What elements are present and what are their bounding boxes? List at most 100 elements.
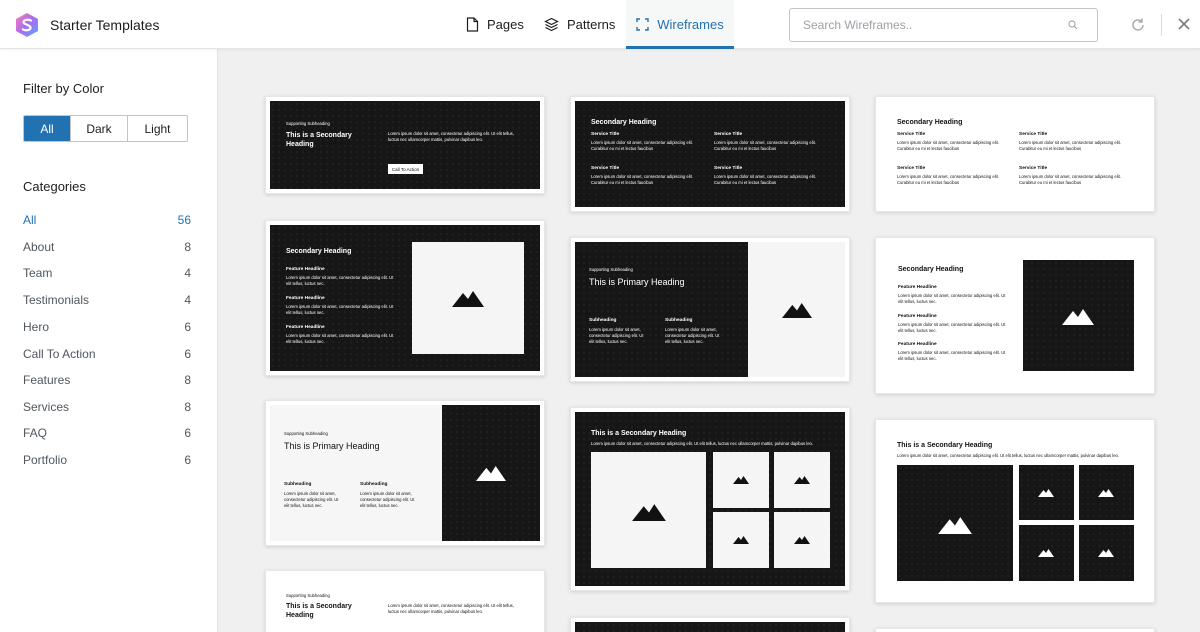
category-count: 8 xyxy=(184,373,191,387)
color-filter-dark[interactable]: Dark xyxy=(71,116,128,141)
image-placeholder xyxy=(774,512,830,568)
category-label: All xyxy=(23,213,36,227)
category-testimonials[interactable]: Testimonials 4 xyxy=(23,293,191,307)
wireframe-card-hero-light[interactable]: Supporting Subheading This is Primary He… xyxy=(265,400,545,546)
category-count: 6 xyxy=(184,453,191,467)
category-label: Portfolio xyxy=(23,453,67,467)
mountain-icon xyxy=(794,535,810,544)
wireframe-card-features-dark[interactable]: Secondary Heading Feature Headline Lorem… xyxy=(265,220,545,376)
category-label: Features xyxy=(23,373,70,387)
wireframe-preview: Secondary Heading Feature Headline Lorem… xyxy=(270,225,540,371)
category-label: About xyxy=(23,240,54,254)
wireframe-card-partial[interactable] xyxy=(875,628,1155,632)
tab-pages-label: Pages xyxy=(487,17,524,32)
preview-heading: This is Primary Heading xyxy=(284,441,380,452)
category-features[interactable]: Features 8 xyxy=(23,373,191,387)
wireframe-card-portfolio-dark[interactable]: This is a Secondary Heading Lorem ipsum … xyxy=(570,407,850,591)
wireframe-card-hero-dark[interactable]: Supporting Subheading This is Primary He… xyxy=(570,237,850,382)
preview-paragraph: Lorem ipsum dolor sit amet, consectetur … xyxy=(591,441,831,447)
image-placeholder xyxy=(1019,525,1074,581)
category-count: 4 xyxy=(184,293,191,307)
preview-subheading: Subheading xyxy=(360,482,387,488)
preview-subheading: Subheading xyxy=(665,318,692,324)
categories-title: Categories xyxy=(23,179,86,194)
color-filter-light[interactable]: Light xyxy=(128,116,187,141)
feature-headline: Feature Headline xyxy=(898,342,937,348)
supporting-subheading: Supporting Subheading xyxy=(284,431,328,436)
preview-heading: This is Primary Heading xyxy=(589,277,685,288)
category-portfolio[interactable]: Portfolio 6 xyxy=(23,453,191,467)
category-label: Testimonials xyxy=(23,293,89,307)
tab-pages[interactable]: Pages xyxy=(466,0,524,49)
preview-paragraph: Lorem ipsum dolor sit amet, consectetur … xyxy=(286,275,396,287)
search-input[interactable] xyxy=(790,9,1050,41)
tab-wireframes[interactable]: Wireframes xyxy=(626,0,734,49)
service-title: Service Title xyxy=(897,132,925,138)
refresh-icon[interactable] xyxy=(1130,17,1146,33)
category-call-to-action[interactable]: Call To Action6 xyxy=(23,347,191,361)
service-title: Service Title xyxy=(591,166,619,172)
color-filter-all[interactable]: All xyxy=(24,116,71,141)
image-placeholder xyxy=(442,405,540,541)
mountain-icon xyxy=(733,535,749,544)
mountain-icon xyxy=(782,301,812,318)
wireframe-preview: This is a Secondary Heading Lorem ipsum … xyxy=(575,412,845,586)
tab-patterns[interactable]: Patterns xyxy=(544,0,615,49)
wireframe-card-cta-dark[interactable]: Supporting Subheading This is a Secondar… xyxy=(265,96,545,194)
category-all[interactable]: All56 xyxy=(23,213,191,227)
feature-headline: Feature Headline xyxy=(286,296,325,302)
supporting-subheading: Supporting Subheading xyxy=(286,593,330,598)
category-services[interactable]: Services 8 xyxy=(23,400,191,414)
category-about[interactable]: About8 xyxy=(23,240,191,254)
mountain-icon xyxy=(938,515,972,534)
feature-headline: Feature Headline xyxy=(898,314,937,320)
category-label: Team xyxy=(23,266,52,280)
preview-paragraph: Lorem ipsum dolor sit amet, consectetur … xyxy=(589,327,649,345)
preview-heading: Heading xyxy=(286,141,314,149)
close-icon[interactable] xyxy=(1177,17,1191,31)
preview-heading: This is a Secondary xyxy=(286,603,352,611)
preview-paragraph: Lorem ipsum dolor sit amet, consectetur … xyxy=(714,140,822,152)
wireframe-card-services-light[interactable]: Secondary Heading Service Title Lorem ip… xyxy=(875,96,1155,212)
mountain-icon xyxy=(476,464,506,481)
wireframe-preview: This is a Secondary Heading Lorem ipsum … xyxy=(876,420,1154,602)
category-faq[interactable]: FAQ6 xyxy=(23,426,191,440)
wireframe-card-about-light[interactable]: Supporting Subheading This is a Secondar… xyxy=(265,570,545,632)
preview-heading: Heading xyxy=(286,612,314,620)
image-placeholder xyxy=(412,242,524,354)
category-count: 8 xyxy=(184,400,191,414)
category-hero[interactable]: Hero6 xyxy=(23,320,191,334)
starter-templates-logo-icon xyxy=(14,12,40,38)
feature-headline: Feature Headline xyxy=(286,325,325,331)
preview-paragraph: Lorem ipsum dolor sit amet, consectetur … xyxy=(898,322,1008,334)
preview-paragraph: Lorem ipsum dolor sit amet, consectetur … xyxy=(898,293,1008,305)
feature-headline: Feature Headline xyxy=(286,267,325,273)
wireframe-card-portfolio-light[interactable]: This is a Secondary Heading Lorem ipsum … xyxy=(875,419,1155,603)
service-title: Service Title xyxy=(1019,166,1047,172)
category-label: Call To Action xyxy=(23,347,96,361)
preview-cta-button: Call To Action xyxy=(388,164,423,174)
mountain-icon xyxy=(452,289,484,307)
category-label: Services xyxy=(23,400,69,414)
image-placeholder xyxy=(774,452,830,508)
search-icon[interactable] xyxy=(1068,20,1078,30)
service-title: Service Title xyxy=(714,132,742,138)
wireframe-icon xyxy=(636,18,649,31)
image-placeholder xyxy=(713,512,769,568)
preview-paragraph: Lorem ipsum dolor sit amet, consectetur … xyxy=(898,350,1008,362)
category-team[interactable]: Team4 xyxy=(23,266,191,280)
preview-heading: Secondary Heading xyxy=(286,248,351,256)
preview-paragraph: Lorem ipsum dolor sit amet, consectetur … xyxy=(388,603,523,615)
wireframe-card-partial[interactable] xyxy=(570,617,850,632)
service-title: Service Title xyxy=(897,166,925,172)
preview-paragraph: Lorem ipsum dolor sit amet, consectetur … xyxy=(1019,140,1127,152)
search-box xyxy=(789,8,1098,42)
image-placeholder xyxy=(748,242,845,377)
wireframe-card-features-light[interactable]: Secondary Heading Feature Headline Lorem… xyxy=(875,237,1155,394)
wireframe-preview: Secondary Heading Feature Headline Lorem… xyxy=(876,238,1154,393)
preview-paragraph: Lorem ipsum dolor sit amet, consectetur … xyxy=(714,174,822,186)
preview-paragraph: Lorem ipsum dolor sit amet, consectetur … xyxy=(897,174,1005,186)
preview-paragraph: Lorem ipsum dolor sit amet, consectetur … xyxy=(1019,174,1127,186)
wireframe-card-services-dark[interactable]: Secondary Heading Service Title Lorem ip… xyxy=(570,96,850,212)
preview-paragraph: Lorem ipsum dolor sit amet, consectetur … xyxy=(360,491,420,509)
